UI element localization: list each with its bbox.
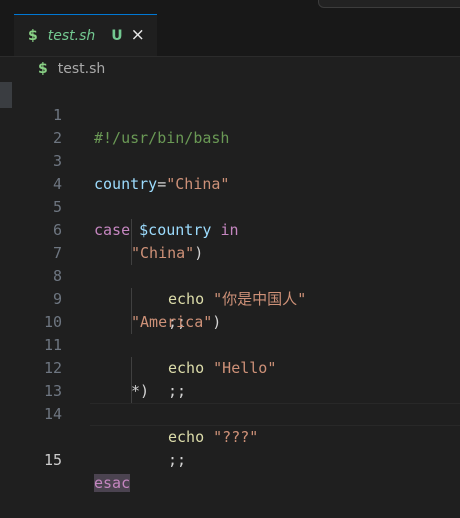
indent-guide (131, 242, 132, 265)
code-line: 8 ;; (0, 242, 460, 331)
close-icon[interactable]: × (131, 27, 145, 44)
line-number: 15 (43, 451, 62, 469)
tab-bar: $ test.sh U × (0, 14, 460, 57)
string-literal: "???" (213, 428, 259, 446)
code-editor[interactable]: 1 #!/usr/bin/bash 2 3 country="China" 4 … (0, 81, 460, 492)
code-line: 1 #!/usr/bin/bash (0, 81, 460, 147)
dollar-icon: $ (38, 61, 48, 77)
code-line: 2 (0, 104, 460, 147)
keyword-esac: esac (94, 474, 131, 492)
case-terminator: ;; (168, 451, 187, 469)
tab-filename: test.sh (47, 27, 96, 44)
code-line: 7 echo "你是中国人" (0, 219, 460, 308)
code-line: 10 echo "Hello" (0, 288, 460, 377)
echo-command: echo (168, 428, 205, 446)
code-line: 11 ;; (0, 311, 460, 400)
title-strip (0, 0, 460, 14)
breadcrumb[interactable]: $ test.sh (38, 58, 105, 80)
command-center[interactable] (318, 0, 460, 8)
code-line: 9 "America") (0, 265, 460, 331)
code-line-current: 15 esac (0, 403, 460, 492)
dollar-icon: $ (28, 27, 38, 44)
breadcrumb-filename[interactable]: test.sh (58, 61, 106, 77)
indent-guide (131, 288, 132, 311)
code-line: 12 *) (0, 334, 460, 400)
code-line: 13 echo "???" (0, 357, 460, 446)
untracked-badge: U (111, 27, 123, 44)
code-line: 5 case $country in (0, 173, 460, 239)
tab-test-sh[interactable]: $ test.sh U × (14, 14, 157, 56)
indent-guide (131, 219, 132, 242)
indent-guide (131, 311, 132, 334)
indent-guide (131, 380, 132, 403)
code-line: 14 ;; (0, 380, 460, 469)
code-line: 4 (0, 150, 460, 193)
code-line: 3 country="China" (0, 127, 460, 193)
code-line: 6 "China") (0, 196, 460, 262)
indent-guide (131, 357, 132, 380)
current-line-highlight (90, 403, 460, 426)
